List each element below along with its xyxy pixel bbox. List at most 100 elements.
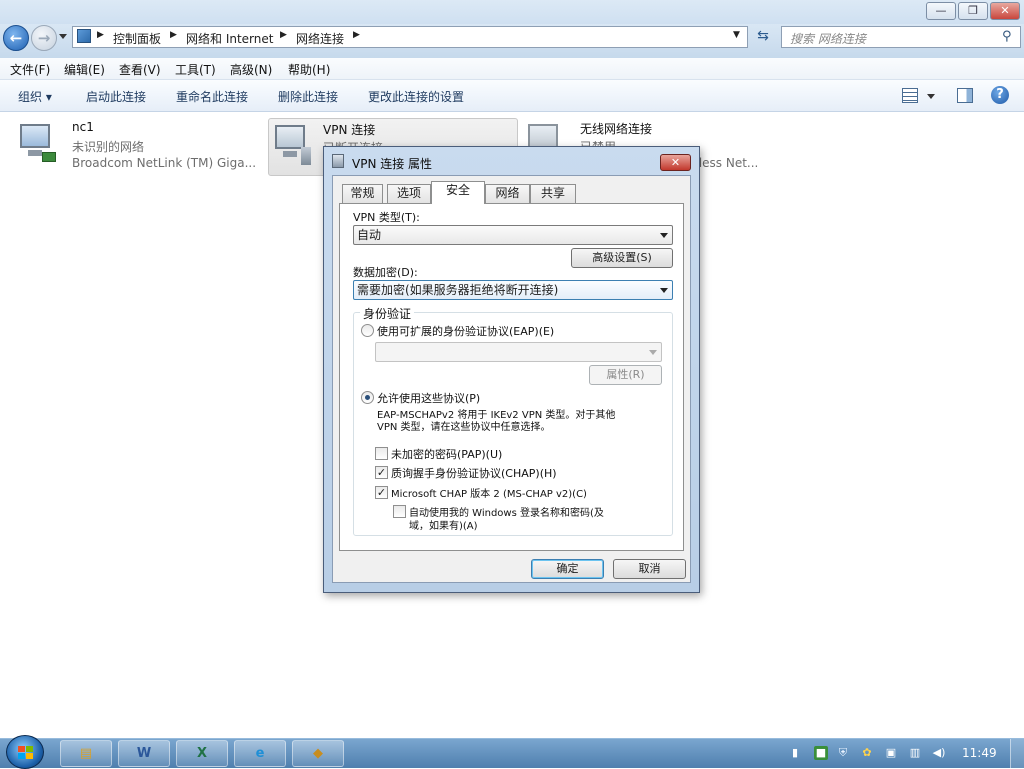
address-bar[interactable]: ▶ 控制面板 ▶ 网络和 Internet ▶ 网络连接 ▶ ▼ (72, 26, 748, 48)
connection-status: 未识别的网络 (72, 140, 145, 154)
list-item-nc1[interactable]: nc1 未识别的网络 Broadcom NetLink (TM) Giga... (18, 118, 258, 176)
view-options-icon[interactable] (902, 88, 918, 103)
chevron-down-icon (649, 350, 657, 355)
help-icon[interactable]: ? (991, 86, 1009, 104)
chevron-right-icon: ▶ (97, 30, 104, 40)
refresh-icon[interactable]: ⇆ (752, 28, 774, 48)
chevron-right-icon: ▶ (170, 30, 177, 40)
tray-network-icon[interactable]: ▥ (908, 746, 922, 760)
control-panel-icon (77, 29, 91, 43)
show-desktop-button[interactable] (1010, 739, 1024, 769)
tab-options[interactable]: 选项 (387, 184, 431, 203)
maximize-button[interactable]: ❐ (958, 2, 988, 20)
delete-connection-button[interactable]: 删除此连接 (278, 88, 338, 105)
tab-sharing[interactable]: 共享 (530, 184, 576, 203)
clock[interactable]: 11:49 (962, 746, 997, 760)
forward-arrow-icon[interactable]: → (31, 25, 57, 51)
menu-help[interactable]: 帮助(H) (288, 61, 330, 78)
breadcrumb-network-connections[interactable]: 网络连接 (296, 30, 344, 47)
menu-bar: 文件(F) 编辑(E) 查看(V) 工具(T) 高级(N) 帮助(H) (0, 58, 1024, 80)
tray-security-icon[interactable]: ✿ (860, 746, 874, 760)
taskbar-excel-icon[interactable]: X (176, 740, 228, 767)
start-connection-button[interactable]: 启动此连接 (86, 88, 146, 105)
chevron-right-icon: ▶ (280, 30, 287, 40)
dialog-body: 常规 选项 安全 网络 共享 VPN 类型(T): 自动 高级设置(S) 数据加… (332, 175, 691, 583)
allow-note-line2: VPN 类型，请在这些协议中任意选择。 (377, 422, 551, 433)
breadcrumb-control-panel[interactable]: 控制面板 (113, 30, 161, 47)
allow-protocols-radio[interactable] (361, 391, 374, 404)
encryption-value: 需要加密(如果服务器拒绝将断开连接) (357, 283, 559, 297)
connection-device: Broadcom NetLink (TM) Giga... (72, 156, 257, 170)
tray-clipboard-icon[interactable]: ▣ (884, 746, 898, 760)
taskbar-folder-tool-icon[interactable]: ◆ (292, 740, 344, 767)
minimize-button[interactable]: — (926, 2, 956, 20)
preview-pane-icon[interactable] (957, 88, 973, 103)
search-input[interactable]: 搜索 网络连接 (790, 30, 866, 47)
organize-button[interactable]: 组织 ▾ (18, 88, 52, 105)
connection-name: VPN 连接 (323, 123, 376, 137)
cancel-button[interactable]: 取消 (613, 559, 686, 579)
breadcrumb-network-internet[interactable]: 网络和 Internet (186, 30, 273, 47)
chap-label: 质询握手身份验证协议(CHAP)(H) (391, 467, 557, 480)
eap-radio[interactable] (361, 324, 374, 337)
taskbar-explorer-icon[interactable]: ▤ (60, 740, 112, 767)
tab-general[interactable]: 常规 (342, 184, 383, 203)
tray-media-icon[interactable]: ▮ (788, 746, 802, 760)
tray-green-icon[interactable]: ■ (814, 746, 828, 760)
tab-security[interactable]: 安全 (431, 181, 485, 204)
menu-file[interactable]: 文件(F) (10, 61, 50, 78)
vpn-type-select[interactable]: 自动 (353, 225, 673, 245)
close-button[interactable]: ✕ (990, 2, 1020, 20)
title-bar: — ❐ ✕ (0, 0, 1024, 24)
menu-advanced[interactable]: 高级(N) (230, 61, 272, 78)
rename-connection-button[interactable]: 重命名此连接 (176, 88, 248, 105)
mschapv2-checkbox[interactable]: ✓ (375, 486, 388, 499)
pap-label: 未加密的密码(PAP)(U) (391, 448, 503, 461)
vpn-adapter-icon (273, 123, 317, 167)
menu-edit[interactable]: 编辑(E) (64, 61, 105, 78)
connection-name: nc1 (72, 120, 94, 134)
connection-name: 无线网络连接 (580, 122, 653, 136)
vpn-connection-icon (332, 154, 344, 168)
tray-shield-icon[interactable]: ⛨ (836, 746, 850, 760)
history-chevron-down-icon[interactable] (59, 34, 67, 39)
eap-radio-label: 使用可扩展的身份验证协议(EAP)(E) (377, 325, 555, 338)
search-icon[interactable]: ⚲ (1002, 29, 1012, 44)
view-chevron-down-icon[interactable] (927, 94, 935, 99)
taskbar-ie-icon[interactable]: e (234, 740, 286, 767)
encryption-select[interactable]: 需要加密(如果服务器拒绝将断开连接) (353, 280, 673, 300)
chevron-right-icon: ▶ (353, 30, 360, 40)
advanced-settings-button[interactable]: 高级设置(S) (571, 248, 673, 268)
search-box[interactable]: 搜索 网络连接 ⚲ (781, 26, 1021, 48)
taskbar: ▤ W X e ◆ ▮ ■ ⛨ ✿ ▣ ▥ ◀) 11:49 (0, 735, 1024, 769)
back-arrow-icon[interactable]: ← (3, 25, 29, 51)
authentication-group-title: 身份验证 (360, 305, 415, 322)
dialog-title: VPN 连接 属性 (352, 157, 433, 171)
address-dropdown-icon[interactable]: ▼ (733, 30, 740, 40)
menu-view[interactable]: 查看(V) (119, 61, 161, 78)
start-button[interactable] (6, 735, 44, 769)
dialog-close-button[interactable]: ✕ (660, 154, 691, 171)
vpn-type-label: VPN 类型(T): (353, 211, 420, 224)
mschapv2-label: Microsoft CHAP 版本 2 (MS-CHAP v2)(C) (391, 489, 587, 500)
security-tab-panel: VPN 类型(T): 自动 高级设置(S) 数据加密(D): 需要加密(如果服务… (339, 203, 684, 551)
taskbar-word-icon[interactable]: W (118, 740, 170, 767)
ok-button[interactable]: 确定 (531, 559, 604, 579)
address-row: ← → ▶ 控制面板 ▶ 网络和 Internet ▶ 网络连接 ▶ ▼ ⇆ 搜… (0, 24, 1024, 58)
pap-checkbox[interactable] (375, 447, 388, 460)
eap-properties-button[interactable]: 属性(R) (589, 365, 662, 385)
command-bar: 组织 ▾ 启动此连接 重命名此连接 删除此连接 更改此连接的设置 ? (0, 80, 1024, 112)
allow-protocols-label: 允许使用这些协议(P) (377, 392, 481, 405)
vpn-type-value: 自动 (357, 228, 382, 242)
auto-logon-label-line2: 域，如果有)(A) (409, 521, 478, 532)
auto-logon-checkbox[interactable] (393, 505, 406, 518)
eap-method-select[interactable] (375, 342, 662, 362)
change-settings-button[interactable]: 更改此连接的设置 (368, 88, 464, 105)
chap-checkbox[interactable]: ✓ (375, 466, 388, 479)
menu-tools[interactable]: 工具(T) (175, 61, 216, 78)
vpn-properties-dialog: VPN 连接 属性 ✕ 常规 选项 安全 网络 共享 VPN 类型(T): 自动… (323, 146, 700, 593)
tray-volume-icon[interactable]: ◀) (932, 746, 946, 760)
tab-network[interactable]: 网络 (485, 184, 530, 203)
chevron-down-icon (660, 288, 668, 293)
encryption-label: 数据加密(D): (353, 266, 418, 279)
